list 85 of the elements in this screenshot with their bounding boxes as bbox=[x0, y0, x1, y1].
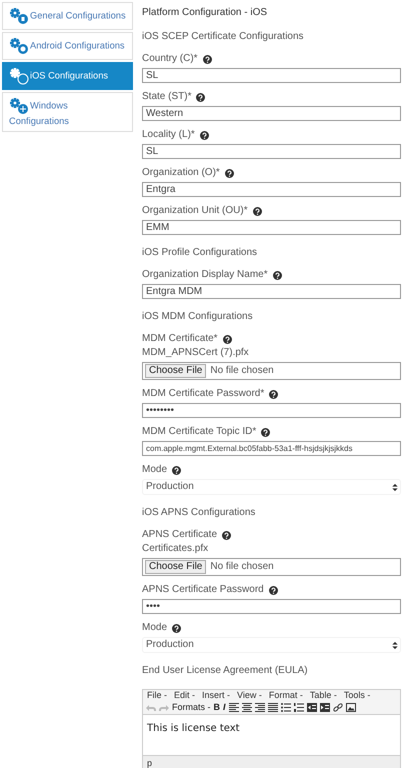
field-label: Mode bbox=[142, 464, 168, 476]
select-field[interactable]: Production bbox=[142, 479, 401, 495]
input-field[interactable]: Entgra bbox=[142, 182, 401, 197]
input-field[interactable]: SL bbox=[142, 68, 401, 83]
bullet-list-icon bbox=[280, 702, 291, 712]
redo-icon bbox=[159, 702, 169, 712]
help-icon bbox=[202, 54, 212, 64]
sidebar-item[interactable]: General Configurations bbox=[2, 2, 133, 30]
field-label: Country (C)* bbox=[142, 53, 198, 65]
field-label: Locality (L)* bbox=[142, 129, 195, 141]
choose-file-button[interactable]: Choose File bbox=[145, 364, 206, 378]
select-field[interactable]: Production bbox=[142, 637, 401, 653]
updown-icon bbox=[392, 640, 398, 650]
gear-icon bbox=[9, 97, 29, 115]
help-icon bbox=[172, 624, 182, 632]
align-center-icon bbox=[242, 702, 252, 712]
file-input[interactable]: Choose File No file chosen bbox=[142, 362, 401, 380]
menu-item[interactable]: Format - bbox=[268, 690, 303, 701]
align-left-icon bbox=[228, 702, 239, 712]
section-heading: iOS MDM Configurations bbox=[142, 311, 254, 323]
gear-icon bbox=[9, 7, 29, 25]
italic-button[interactable]: I bbox=[223, 702, 226, 713]
field-label: APNS Certificate Password bbox=[142, 584, 264, 596]
input-field[interactable]: •••• bbox=[142, 599, 401, 614]
menu-item[interactable]: Tools - bbox=[344, 690, 370, 701]
sidebar-item[interactable]: Android Configurations bbox=[2, 32, 133, 60]
field-label: State (ST)* bbox=[142, 91, 192, 103]
input-field[interactable]: EMM bbox=[142, 220, 401, 235]
numbered-list-icon bbox=[294, 702, 304, 712]
help-icon bbox=[200, 130, 209, 140]
field-label: End User License Agreement (EULA) bbox=[142, 665, 309, 677]
select-value: Production bbox=[146, 639, 194, 651]
input-field[interactable]: •••••••• bbox=[142, 403, 401, 418]
help-icon bbox=[172, 466, 182, 474]
field-label: APNS Certificate bbox=[142, 529, 218, 541]
field-label: Mode bbox=[142, 622, 168, 634]
sidebar-item[interactable]: iOS Configurations bbox=[2, 62, 133, 90]
undo-icon bbox=[146, 702, 156, 712]
menu-item[interactable]: File - bbox=[147, 690, 167, 701]
page-title: Platform Configuration - iOS bbox=[142, 7, 268, 19]
element-path: p bbox=[143, 754, 400, 768]
field-label: MDM Certificate Topic ID* bbox=[142, 426, 256, 438]
input-field[interactable]: Western bbox=[142, 106, 401, 121]
menu-item[interactable]: View - bbox=[237, 690, 262, 701]
section-heading: iOS APNS Configurations bbox=[142, 507, 256, 519]
editor-text: This is license text bbox=[146, 722, 241, 736]
field-label: MDM Certificate* bbox=[142, 333, 218, 345]
help-icon bbox=[196, 92, 206, 102]
input-field[interactable]: com.apple.mgmt.External.bc05fabb-53a1-fff-hsjdsjkjsjkkds bbox=[142, 441, 401, 456]
gear-icon bbox=[9, 67, 29, 85]
field-label: Organization (O)* bbox=[142, 167, 220, 179]
help-icon bbox=[222, 530, 232, 540]
help-icon bbox=[224, 168, 234, 178]
field-label: Organization Unit (OU)* bbox=[142, 205, 248, 217]
section-heading: iOS SCEP Certificate Configurations bbox=[142, 31, 305, 43]
formats-dropdown[interactable]: Formats - bbox=[172, 702, 211, 713]
file-name: Certificates.pfx bbox=[142, 543, 210, 555]
section-heading: iOS Profile Configurations bbox=[142, 247, 258, 259]
select-value: Production bbox=[146, 481, 194, 493]
input-field[interactable]: SL bbox=[142, 144, 401, 159]
align-right-icon bbox=[254, 702, 265, 712]
updown-icon bbox=[392, 482, 398, 492]
menu-item[interactable]: Table - bbox=[310, 690, 337, 701]
file-status: No file chosen bbox=[210, 365, 274, 377]
field-label: MDM Certificate Password* bbox=[142, 388, 264, 400]
help-icon bbox=[252, 206, 262, 216]
input-field[interactable]: Entgra MDM bbox=[142, 284, 401, 299]
file-input[interactable]: Choose File No file chosen bbox=[142, 558, 401, 576]
justify-icon bbox=[268, 702, 278, 712]
file-name: MDM_APNSCert (7).pfx bbox=[142, 347, 250, 359]
link-icon bbox=[332, 702, 343, 712]
field-label: Organization Display Name* bbox=[142, 269, 268, 281]
menu-item[interactable]: Edit - bbox=[174, 690, 196, 701]
image-icon bbox=[346, 702, 356, 712]
help-icon bbox=[268, 586, 278, 594]
help-icon bbox=[269, 390, 278, 398]
help-icon bbox=[272, 270, 282, 280]
menu-item[interactable]: Insert - bbox=[202, 690, 230, 701]
help-icon bbox=[222, 334, 232, 344]
choose-file-button[interactable]: Choose File bbox=[145, 560, 206, 574]
help-icon bbox=[261, 428, 270, 436]
gear-icon bbox=[9, 37, 29, 55]
sidebar-item[interactable]: Windows Configurations bbox=[2, 92, 133, 132]
bold-button[interactable]: B bbox=[214, 702, 220, 713]
file-status: No file chosen bbox=[210, 561, 274, 573]
